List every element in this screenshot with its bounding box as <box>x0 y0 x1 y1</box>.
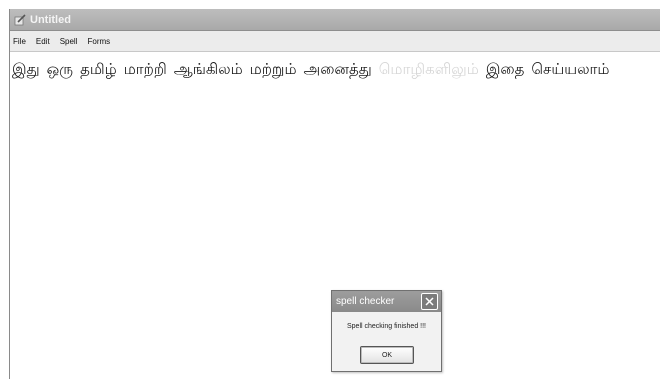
menu-file[interactable]: File <box>10 37 31 46</box>
dialog-message: Spell checking finished !!! <box>347 323 426 330</box>
ok-button[interactable]: OK <box>360 346 414 364</box>
word: அனைத்து <box>303 60 372 78</box>
menu-forms[interactable]: Forms <box>82 37 115 46</box>
menu-bar: File Edit Spell Forms <box>10 31 660 52</box>
word: மற்றும் <box>249 60 297 78</box>
word: ஆங்கிலம் <box>173 60 243 78</box>
notepad-pen-icon <box>13 13 27 27</box>
menu-edit[interactable]: Edit <box>31 37 55 46</box>
word: ஒரு <box>46 60 74 78</box>
misspelled-word: மொழிகளிலும் <box>378 60 479 78</box>
word: செய்யலாம் <box>531 60 610 78</box>
document-text: இது ஒரு தமிழ் மாற்றி ஆங்கிலம் மற்றும் அனைத்து ம… <box>12 60 616 80</box>
title-bar[interactable]: Untitled <box>10 9 660 31</box>
word: தமிழ் <box>80 60 117 78</box>
word: இது <box>12 60 40 78</box>
spell-checker-dialog: spell checker Spell checking finished !!… <box>331 290 442 372</box>
window-title: Untitled <box>30 13 71 26</box>
close-icon[interactable] <box>421 293 438 310</box>
menu-spell[interactable]: Spell <box>55 37 83 46</box>
word: இதை <box>485 60 525 78</box>
dialog-title: spell checker <box>336 296 395 307</box>
word: மாற்றி <box>123 60 167 78</box>
